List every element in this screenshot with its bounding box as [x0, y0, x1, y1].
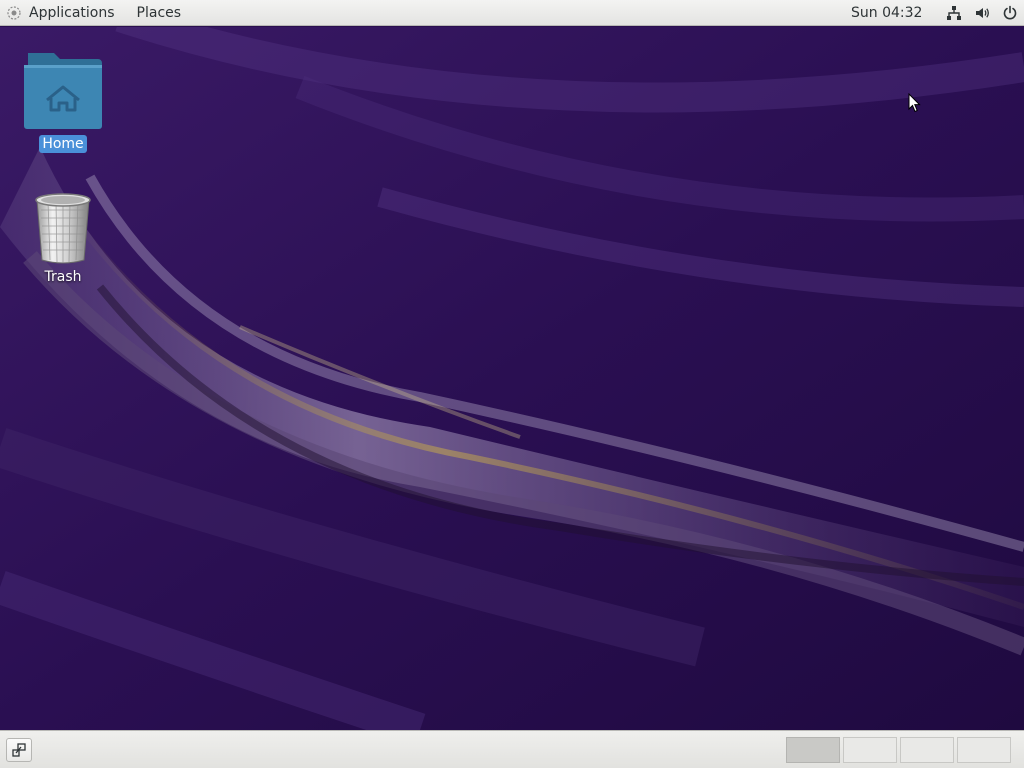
show-desktop-icon [12, 743, 26, 757]
workspace-3[interactable] [900, 737, 954, 763]
desktop-icon-label: Trash [44, 269, 82, 285]
bottom-panel [0, 730, 1024, 768]
desktop-icon-label: Home [39, 135, 87, 153]
places-menu[interactable]: Places [125, 0, 192, 26]
network-icon[interactable] [940, 0, 968, 26]
desktop[interactable]: Home Trash [0, 27, 1024, 730]
desktop-icon-trash[interactable]: Trash [13, 190, 113, 286]
screen: Applications Places Sun 04:32 Home Trash [0, 0, 1024, 768]
workspace-1[interactable] [786, 737, 840, 763]
workspace-2[interactable] [843, 737, 897, 763]
places-label: Places [136, 4, 182, 21]
volume-icon[interactable] [968, 0, 996, 26]
applications-label: Applications [29, 4, 115, 21]
workspace-switcher [786, 737, 1014, 763]
power-icon[interactable] [996, 0, 1024, 26]
top-panel: Applications Places Sun 04:32 [0, 0, 1024, 26]
system-tray[interactable] [940, 0, 1024, 26]
trash-icon [35, 193, 91, 264]
wallpaper [0, 27, 1024, 730]
desktop-icon-home[interactable]: Home [13, 49, 113, 153]
show-desktop-button[interactable] [6, 738, 32, 762]
clock[interactable]: Sun 04:32 [851, 0, 922, 26]
applications-menu[interactable]: Applications [0, 0, 125, 26]
gnome-foot-icon [7, 5, 21, 20]
home-folder-icon [24, 53, 102, 129]
mouse-cursor-icon [908, 93, 921, 113]
workspace-4[interactable] [957, 737, 1011, 763]
